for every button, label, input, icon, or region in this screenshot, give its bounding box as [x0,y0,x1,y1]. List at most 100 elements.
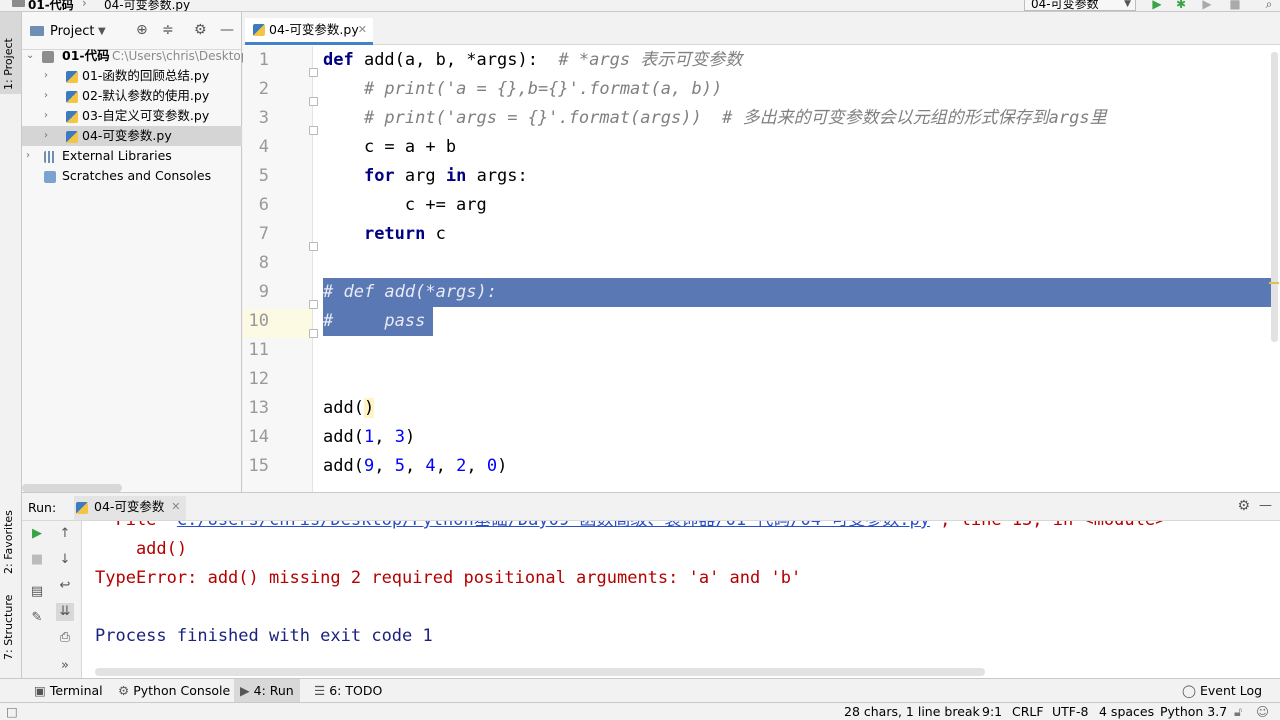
editor-tab-bar: 04-可变参数.py ✕ [243,12,1280,45]
editor-tab-active[interactable]: 04-可变参数.py ✕ [245,18,373,45]
tree-scratches[interactable]: Scratches and Consoles [22,166,242,186]
chevron-down-icon: ▼ [1124,0,1131,9]
hide-icon[interactable]: — [1259,498,1272,513]
run-tab-label: 04-可变参数 [94,499,165,514]
tree-file-label: 02-默认参数的使用.py [82,88,210,103]
fold-marker-icon[interactable] [309,242,318,251]
run-tool-tab[interactable]: ▶ 4: Run [234,679,300,703]
line-number: 6 [258,195,269,215]
breadcrumb-project[interactable]: 01-代码 [28,0,74,11]
rerun-icon[interactable]: ▶ [28,525,46,543]
horizontal-scrollbar[interactable] [22,484,122,492]
console-call-line: add() [95,539,188,559]
code-line-selected: # pass [323,311,426,331]
stop-icon[interactable]: ■ [1228,0,1242,11]
folder-icon [42,51,54,63]
tree-file-item[interactable]: › 02-默认参数的使用.py [22,86,242,106]
python-console-icon: ⚙ [118,683,130,698]
vertical-scrollbar[interactable] [1269,52,1279,342]
project-tool-label: 1: Project [2,38,15,90]
code-line: def add(a, b, *args): # *args 表示可变参数 [323,50,743,70]
event-log-tab[interactable]: ◯ Event Log [1176,679,1268,703]
chevron-right-icon[interactable]: › [44,66,48,86]
fold-marker-icon[interactable] [309,329,318,338]
tree-root-folder[interactable]: ⌄ 01-代码 C:\Users\chris\Desktop [22,46,248,66]
tree-external-libraries[interactable]: › External Libraries [22,146,242,166]
tree-file-item[interactable]: › 01-函数的回顾总结.py [22,66,242,86]
chevron-right-icon[interactable]: › [26,146,30,166]
line-number: 15 [248,456,269,476]
file-encoding[interactable]: UTF-8 [1052,703,1088,720]
line-number: 4 [258,137,269,157]
tree-root-label: 01-代码 [62,48,110,63]
chevron-right-icon[interactable]: › [44,106,48,126]
tree-file-item[interactable]: › 03-自定义可变参数.py [22,106,242,126]
run-tab[interactable]: 04-可变参数 ✕ [74,496,187,520]
stop-icon[interactable]: ■ [28,551,46,569]
error-stripe-mark[interactable] [1269,282,1279,284]
project-view-select[interactable]: Project [50,24,94,39]
print-icon[interactable]: ⎙ [56,629,74,647]
chevron-down-icon[interactable]: ⌄ [26,46,34,66]
structure-tool-tab[interactable]: 7: Structure [2,595,20,673]
gear-icon[interactable]: ⚙ [194,22,207,38]
code-line: add() [323,398,375,418]
pin-icon[interactable]: ✎ [28,609,46,627]
python-console-tab[interactable]: ⚙ Python Console [112,679,236,703]
scroll-to-end-icon[interactable]: ⇊ [56,603,74,621]
soft-wrap-icon[interactable]: ↩ [56,577,74,595]
run-icon[interactable]: ▶ [1150,0,1164,11]
code-line: for arg in args: [363,166,528,186]
close-icon[interactable]: ✕ [358,18,367,42]
chevron-right-icon[interactable]: › [44,126,48,146]
python-interpreter[interactable]: Python 3.7 [1160,703,1227,720]
search-icon[interactable]: ⌕ [1262,0,1276,11]
tree-file-item-selected[interactable]: › 04-可变参数.py [22,126,242,146]
scratches-icon [44,171,56,183]
fold-marker-icon[interactable] [309,97,318,106]
layout-icon[interactable]: ▤ [28,583,46,601]
breadcrumb-file[interactable]: 04-可变参数.py [104,0,190,11]
project-panel-header: Project ▼ ⊕ ≑ ⚙ — [22,12,241,50]
indent-setting[interactable]: 4 spaces [1099,703,1154,720]
tree-file-label: 03-自定义可变参数.py [82,108,210,123]
favorites-tool-tab[interactable]: 2: Favorites [2,510,20,587]
locate-icon[interactable]: ⊕ [136,22,148,38]
console-file-link[interactable]: C:/Users/chris/Desktop/Python基础/Day09-函数… [177,521,930,530]
code-line: # print('a = {},b={}'.format(a, b)) [363,79,723,99]
chevron-down-icon[interactable]: ▼ [98,26,106,37]
console-output[interactable]: File "C:/Users/chris/Desktop/Python基础/Da… [95,521,1275,671]
code-area[interactable]: def add(a, b, *args): # *args 表示可变参数 # p… [323,46,1273,492]
lock-icon[interactable]: 🔓︎ [1234,703,1242,720]
fold-marker-icon[interactable] [309,300,318,309]
arrow-up-icon[interactable]: ↑ [56,525,74,543]
line-separator[interactable]: CRLF [1012,703,1044,720]
more-icon[interactable]: » [56,657,74,675]
tree-root-path: C:\Users\chris\Desktop [112,49,249,63]
fold-marker-icon[interactable] [309,68,318,77]
terminal-tab[interactable]: ▣ Terminal [28,679,109,703]
tool-windows-icon[interactable]: □ [6,703,18,720]
run-configuration-select[interactable]: 04-可变参数 ▼ [1024,0,1136,11]
close-icon[interactable]: ✕ [171,496,180,518]
caret-position[interactable]: 9:1 [982,703,1002,720]
navigation-bar: 01-代码 › 04-可变参数.py 04-可变参数 ▼ ▶ ✱ ▶ ■ ⌕ [0,0,1280,12]
gear-icon[interactable]: ⚙ [1237,498,1250,514]
horizontal-scrollbar[interactable] [95,668,985,676]
todo-tab[interactable]: ☰ 6: TODO [308,679,388,703]
inspector-icon[interactable]: ☺ [1256,703,1269,720]
debug-icon[interactable]: ✱ [1174,0,1188,11]
tree-scratches-label: Scratches and Consoles [62,168,212,183]
line-number: 12 [248,369,269,389]
python-file-icon [66,91,78,103]
coverage-icon[interactable]: ▶ [1200,0,1214,11]
hide-icon[interactable]: — [220,22,234,38]
fold-marker-icon[interactable] [309,126,318,135]
chevron-right-icon[interactable]: › [44,86,48,106]
tree-file-label: 01-函数的回顾总结.py [82,68,210,83]
folder-icon [12,0,25,7]
arrow-down-icon[interactable]: ↓ [56,551,74,569]
selection-info: 28 chars, 1 line break [844,704,980,719]
collapse-all-icon[interactable]: ≑ [162,22,174,38]
line-number-gutter: 1 2 3 4 5 6 7 8 9 10 11 12 13 14 15 [243,46,313,492]
